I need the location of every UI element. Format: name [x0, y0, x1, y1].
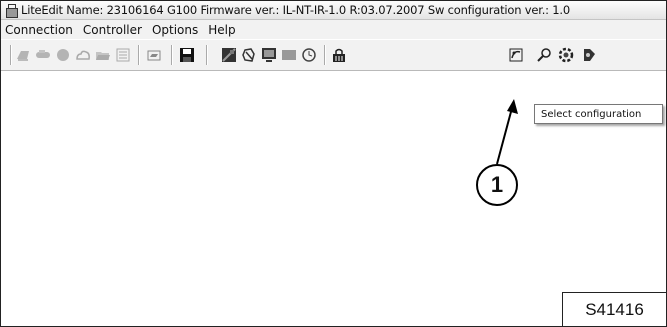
callout-arrow — [496, 99, 518, 165]
callout-number: 1 — [476, 164, 518, 206]
figure-id-label: S41416 — [562, 292, 666, 326]
